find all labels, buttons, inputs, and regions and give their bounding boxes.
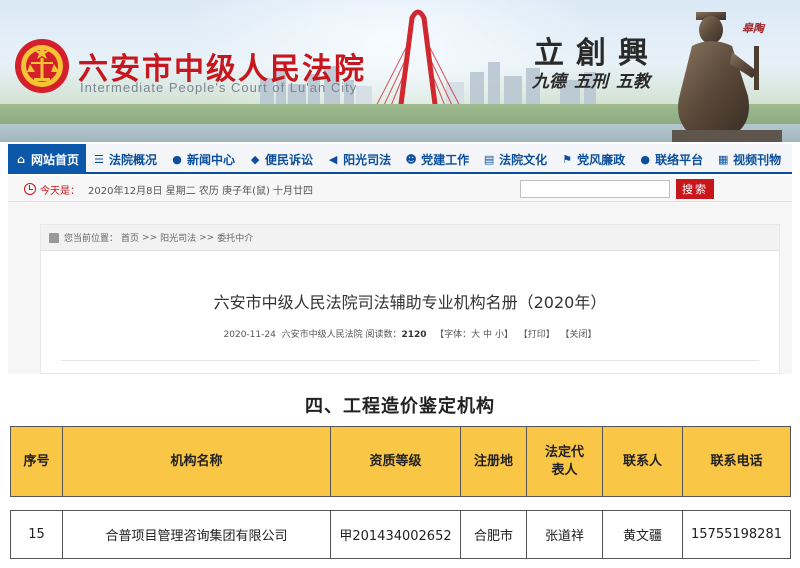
- nav-label: 法院文化: [499, 152, 548, 167]
- article-title: 六安市中级人民法院司法辅助专业机构名册（2020年）: [213, 293, 607, 312]
- nav-item-integrity[interactable]: ⚑ 党风廉政: [554, 144, 632, 174]
- breadcrumb-prefix: 您当前位置：: [64, 234, 119, 244]
- megaphone-icon: ◀: [328, 152, 338, 166]
- table-cell: 合普项目管理咨询集团有限公司: [62, 510, 331, 559]
- nav-label: 联络平台: [655, 152, 704, 167]
- search-input[interactable]: [520, 180, 670, 198]
- gavel-icon: ◆: [250, 152, 260, 166]
- table-cell: 张道祥: [526, 510, 603, 559]
- court-name-english: Intermediate People's Court of Lu'an Cit…: [80, 80, 358, 95]
- people-icon: ☻: [405, 152, 417, 166]
- motto-sub: 五教: [616, 72, 650, 92]
- table-row: 15 合普项目管理咨询集团有限公司 甲201434002652 合肥市 张道祥 …: [10, 510, 791, 559]
- motto-char: 立: [534, 36, 564, 71]
- breadcrumb-separator: >>: [142, 232, 158, 243]
- content-area: 您当前位置： 首页 >> 阳光司法 >> 委托中介 六安市中级人民法院司法辅助专…: [8, 202, 792, 374]
- nav-item-party-building[interactable]: ☻ 党建工作: [398, 144, 476, 174]
- motto-char: 興: [618, 36, 648, 71]
- breadcrumb-sunshine-link[interactable]: 阳光司法: [160, 231, 196, 244]
- date-search-bar: 今天是： 2020年12月8日 星期二 农历 庚子年(鼠) 十月廿四 搜索: [8, 176, 792, 202]
- today-date: 2020年12月8日 星期二 农历 庚子年(鼠) 十月廿四: [88, 186, 314, 197]
- nav-label: 阳光司法: [343, 152, 392, 167]
- column-header: 序号: [10, 426, 63, 497]
- nav-label: 视频刊物: [733, 152, 782, 167]
- reads-label: 阅读数：: [365, 330, 402, 340]
- site-banner: 六安市中级人民法院 Intermediate People's Court of…: [0, 0, 800, 142]
- table-cell: 甲201434002652: [330, 510, 461, 559]
- court-emblem-icon: [15, 39, 69, 93]
- motto-char: 創: [576, 36, 606, 71]
- column-header: 法定代表人: [526, 426, 603, 497]
- font-large-link[interactable]: 大: [471, 330, 480, 340]
- nav-item-video[interactable]: ▦ 视频刊物: [710, 144, 788, 174]
- column-header: 联系人: [602, 426, 683, 497]
- article-date: 2020-11-24: [223, 330, 276, 340]
- table-cell: 合肥市: [460, 510, 527, 559]
- motto-column-3: 興 五教: [616, 38, 650, 94]
- nav-label: 党建工作: [421, 152, 470, 167]
- font-size-label: 【字体：: [435, 330, 472, 340]
- column-header: 联系电话: [682, 426, 791, 497]
- today-label: 今天是：: [40, 186, 80, 197]
- column-header: 注册地: [460, 426, 527, 497]
- agency-table: 序号 机构名称 资质等级 注册地 法定代表人 联系人 联系电话 15 合普项目管…: [10, 426, 791, 559]
- breadcrumb-separator: >>: [199, 232, 215, 243]
- nav-item-litigation[interactable]: ◆ 便民诉讼: [242, 144, 320, 174]
- link-icon: ●: [640, 152, 650, 166]
- motto-sub: 九德: [532, 72, 566, 92]
- reads-count: 2120: [401, 330, 427, 340]
- article-panel: 您当前位置： 首页 >> 阳光司法 >> 委托中介 六安市中级人民法院司法辅助专…: [40, 224, 780, 374]
- font-size-close: 】: [503, 330, 513, 340]
- nav-label: 法院概况: [109, 152, 158, 167]
- nav-item-court-culture[interactable]: ▤ 法院文化: [476, 144, 554, 174]
- nav-label: 便民诉讼: [265, 152, 314, 167]
- divider: [61, 360, 759, 361]
- column-header: 机构名称: [62, 426, 331, 497]
- table-cell: 15: [10, 510, 63, 559]
- print-link[interactable]: 【打印】: [519, 330, 555, 340]
- table-gap: [10, 496, 791, 511]
- list-icon: ☰: [94, 152, 104, 166]
- nav-label: 网站首页: [31, 152, 80, 167]
- motto-column-2: 創 五刑: [574, 38, 608, 94]
- article-meta: 2020-11-24 六安市中级人民法院 阅读数：2120 【字体：大 中 小】…: [41, 327, 779, 340]
- home-icon: ⌂: [17, 152, 25, 166]
- close-link[interactable]: 【关闭】: [560, 330, 596, 340]
- motto-sub: 五刑: [574, 72, 608, 92]
- motto-column-1: 立 九德: [532, 38, 566, 94]
- breadcrumb: 您当前位置： 首页 >> 阳光司法 >> 委托中介: [41, 225, 779, 251]
- flag-icon: ⚑: [562, 152, 573, 166]
- font-small-link[interactable]: 小: [495, 330, 504, 340]
- location-icon: [49, 232, 59, 243]
- statue-signature: 皋陶: [742, 22, 764, 35]
- breadcrumb-agency-link[interactable]: 委托中介: [217, 231, 253, 244]
- nav-item-home[interactable]: ⌂ 网站首页: [8, 144, 87, 174]
- column-header: 资质等级: [330, 426, 461, 497]
- statue-illustration: [672, 12, 782, 142]
- nav-label: 党风廉政: [577, 152, 626, 167]
- main-nav: ⌂ 网站首页 ☰ 法院概况 ● 新闻中心 ◆ 便民诉讼 ◀ 阳光司法 ☻ 党建工…: [8, 144, 792, 174]
- nav-item-sunshine-justice[interactable]: ◀ 阳光司法: [320, 144, 398, 174]
- table-cell: 15755198281: [682, 510, 791, 559]
- nav-item-contact[interactable]: ● 联络平台: [632, 144, 710, 174]
- video-icon: ▦: [717, 152, 729, 166]
- clock-icon: [24, 183, 36, 195]
- section-title: 四、工程造价鉴定机构: [305, 396, 495, 417]
- book-icon: ▤: [483, 152, 495, 166]
- breadcrumb-home-link[interactable]: 首页: [121, 231, 139, 244]
- nav-label: 新闻中心: [187, 152, 236, 167]
- table-cell: 黄文疆: [602, 510, 683, 559]
- table-header-row: 序号 机构名称 资质等级 注册地 法定代表人 联系人 联系电话: [10, 426, 791, 497]
- article-source: 六安市中级人民法院: [281, 330, 363, 340]
- nav-item-news[interactable]: ● 新闻中心: [164, 144, 242, 174]
- font-medium-link[interactable]: 中: [483, 330, 492, 340]
- search-button[interactable]: 搜索: [676, 179, 714, 199]
- table-gap-row: [10, 496, 791, 511]
- globe-icon: ●: [172, 152, 182, 166]
- nav-item-court-overview[interactable]: ☰ 法院概况: [86, 144, 164, 174]
